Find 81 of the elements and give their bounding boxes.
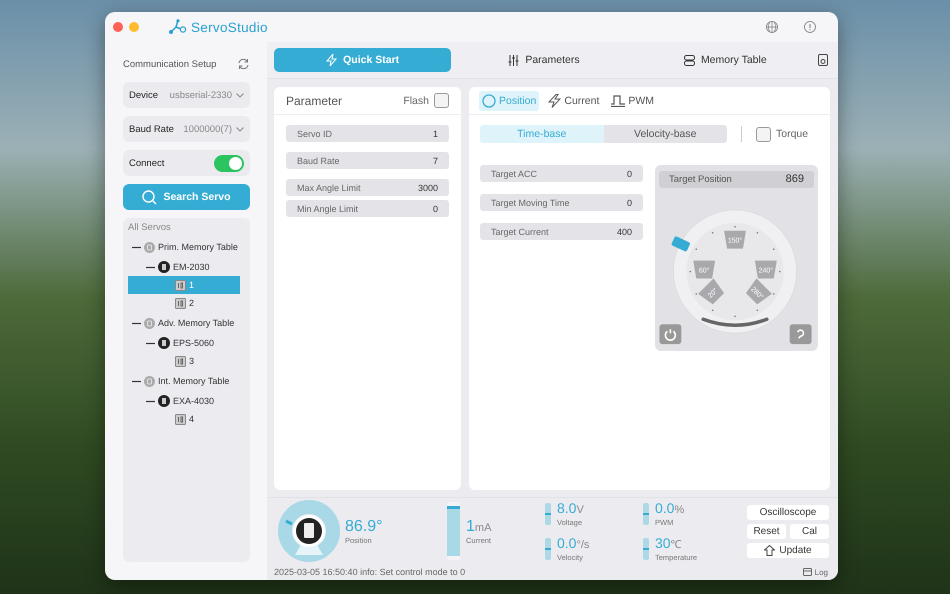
tree-item[interactable]: Int. Memory Table (158, 376, 230, 386)
meter-value: 0.0% (655, 500, 684, 518)
sliders-icon (508, 54, 520, 66)
target-field[interactable]: Target ACC 0 (480, 165, 643, 182)
lightning-icon (326, 54, 338, 66)
tree-item[interactable]: EXA-4030 (173, 396, 214, 406)
database-icon (144, 318, 155, 328)
power-button[interactable] (659, 324, 682, 344)
parameter-field[interactable]: Max Angle Limit 3000 (286, 179, 449, 196)
servo-icon (158, 337, 170, 349)
document-icon[interactable] (818, 54, 828, 66)
section-title: Communication Setup (123, 58, 216, 70)
log-button[interactable]: Log (802, 568, 828, 576)
mode-tab[interactable]: PWM (608, 90, 658, 110)
servo-icon (158, 261, 170, 273)
meter-bar (545, 502, 551, 524)
upload-icon (764, 544, 776, 556)
id-icon (175, 414, 186, 424)
meter-bar (643, 538, 649, 560)
connect-label: Connect (129, 158, 164, 168)
action-button[interactable]: Cal (790, 524, 829, 538)
meter-bar (545, 538, 551, 560)
search-icon (142, 190, 158, 204)
refresh-icon[interactable] (237, 58, 250, 70)
id-icon (175, 298, 186, 308)
arc-bar (701, 317, 769, 327)
torque-checkbox[interactable]: Torque (756, 126, 808, 142)
current-bar (447, 502, 460, 560)
tree-item[interactable]: 2 (128, 294, 240, 312)
chevron-icon (236, 92, 244, 98)
position-handle[interactable] (671, 236, 691, 252)
meter-value: 8.0V (557, 500, 584, 518)
parameter-field[interactable]: Servo ID 1 (286, 125, 449, 142)
flash-checkbox[interactable]: Flash (403, 93, 449, 108)
parameter-field[interactable]: Min Angle Limit 0 (286, 200, 449, 217)
database-icon (684, 54, 695, 66)
tree-item[interactable]: Adv. Memory Table (158, 318, 234, 328)
pulse-icon (611, 94, 626, 106)
action-button[interactable]: Oscilloscope (747, 504, 829, 520)
tree-item[interactable]: 4 (128, 410, 240, 428)
target-field[interactable]: Target Moving Time 0 (480, 194, 643, 211)
globe-icon[interactable] (766, 21, 778, 33)
target-position-field[interactable]: Target Position 869 (659, 171, 814, 188)
tree-item[interactable]: EM-2030 (173, 262, 210, 272)
position-gauge (277, 499, 341, 563)
action-button[interactable]: Update (747, 542, 829, 558)
panel-title: Parameter (286, 94, 342, 108)
meter-bar (643, 502, 649, 524)
current-value: 1mA (466, 518, 492, 536)
close-icon[interactable] (113, 22, 123, 32)
target-field[interactable]: Target Current 400 (480, 223, 643, 240)
parameter-field[interactable]: Baud Rate 7 (286, 152, 449, 169)
app-logo-text: ServoStudio (191, 20, 268, 34)
position-value: 86.9° (345, 518, 383, 536)
info-icon[interactable] (804, 21, 816, 33)
id-icon (175, 356, 186, 366)
tree-title: All Servos (128, 222, 171, 233)
log-icon (802, 568, 812, 576)
tree-item[interactable]: Prim. Memory Table (158, 242, 238, 252)
nav-tab[interactable]: Memory Table (636, 48, 814, 72)
tree-item[interactable]: EPS-5060 (173, 338, 214, 348)
meter-value: 0.0°/s (557, 535, 590, 553)
undo-button[interactable] (790, 324, 812, 344)
circle-icon (482, 94, 496, 108)
base-tab[interactable]: Velocity-base (604, 125, 727, 143)
chevron-icon (236, 126, 244, 132)
servo-icon (158, 395, 170, 407)
dropdown[interactable]: Baud Rate 1000000(7) (123, 116, 250, 142)
action-button[interactable]: Reset (747, 524, 786, 538)
log-message: 2025-03-05 16:50:40 info: Set control mode to 0 (274, 567, 466, 577)
lightning-icon (548, 94, 562, 108)
nav-tab[interactable]: Parameters (455, 48, 633, 72)
database-icon (144, 376, 155, 386)
logo-icon (169, 19, 187, 35)
connect-toggle[interactable] (214, 154, 244, 172)
mode-tab[interactable]: Current (545, 90, 602, 110)
database-icon (144, 242, 155, 252)
meter-value: 30℃ (655, 535, 683, 553)
tree-item[interactable]: 3 (128, 352, 240, 370)
id-icon (175, 280, 186, 290)
dropdown[interactable]: Device usbserial-2330 (123, 82, 250, 108)
